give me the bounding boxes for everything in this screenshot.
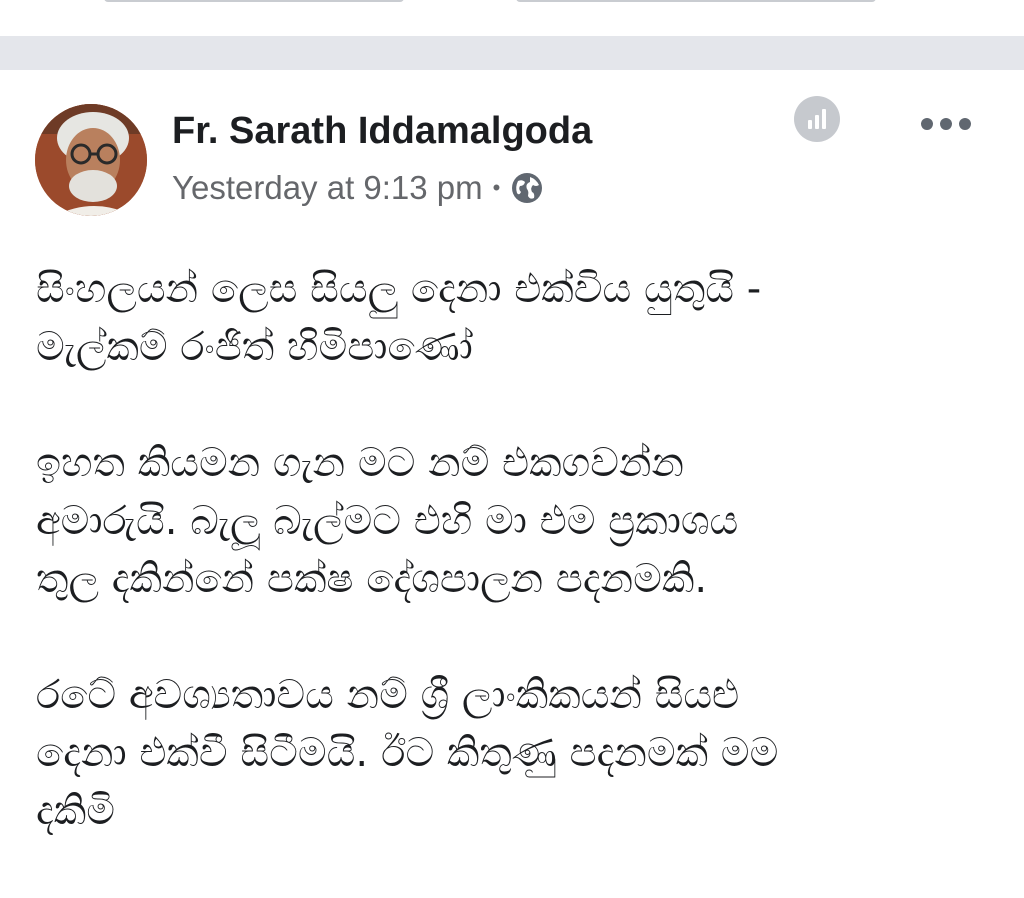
post-text-line: ඉහත කියමන ගැන මට නම් එකගවන්න: [36, 440, 684, 486]
cut-off-element: [516, 0, 876, 2]
post-timestamp[interactable]: Yesterday at 9:13 pm: [172, 169, 483, 207]
bar-chart-icon[interactable]: [794, 96, 840, 142]
author-name[interactable]: Fr. Sarath Iddamalgoda: [172, 108, 592, 154]
globe-icon[interactable]: [510, 171, 544, 205]
post-meta: Yesterday at 9:13 pm •: [172, 168, 544, 208]
previous-post-remnant: [0, 0, 1024, 36]
avatar[interactable]: [35, 104, 147, 216]
post-text-line: අමාරුයි. බැලූ බැල්මට එහි මා එම ප්‍රකාශය: [36, 498, 739, 544]
cut-off-element: [104, 0, 404, 2]
post-paragraph: රටේ අවශ්‍යතාවය නම් ශ්‍රී ලාංකිකයන් සියළු…: [36, 666, 996, 840]
feed-separator: [0, 36, 1024, 70]
post-text-line: රටේ අවශ්‍යතාවය නම් ශ්‍රී ලාංකිකයන් සියළු: [36, 672, 740, 718]
more-horizontal-icon[interactable]: [918, 116, 974, 130]
post-paragraph: ඉහත කියමන ගැන මට නම් එකගවන්න අමාරුයි. බැ…: [36, 434, 996, 608]
meta-separator: •: [492, 175, 501, 200]
post-text-line: මැල්කම් රංජිත් හිමිපාණෝ: [36, 324, 473, 370]
post-text-line: දෙනා එක්වී සිටීමයි. ඊට කිතුණු පදනමක් මම: [36, 730, 779, 776]
post-body: සිංහලයන් ලෙස සියලු දෙනා එක්විය යුතුයි - …: [36, 260, 996, 898]
post-card: Fr. Sarath Iddamalgoda Yesterday at 9:13…: [0, 70, 1024, 879]
post-text-line: සිංහලයන් ලෙස සියලු දෙනා එක්විය යුතුයි -: [36, 266, 762, 312]
post-paragraph: සිංහලයන් ලෙස සියලු දෙනා එක්විය යුතුයි - …: [36, 260, 996, 376]
post-text-line: දකිමි: [36, 788, 115, 834]
post-text-line: තුල දකින්නේ පක්ෂ දේශපාලන පදනමකි.: [36, 556, 708, 602]
